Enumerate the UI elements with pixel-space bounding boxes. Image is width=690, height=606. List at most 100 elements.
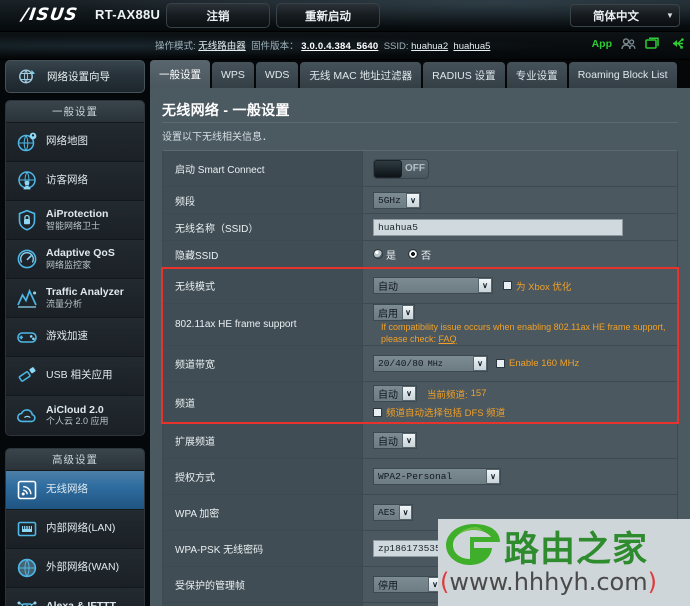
auth-method-selected-value: WPA2-Personal <box>378 471 453 483</box>
router-model-label: RT-AX88U <box>95 7 161 22</box>
sidebar-item-shield-lock[interactable]: AiProtection 智能网络卫士 <box>6 201 144 240</box>
users-icon[interactable] <box>621 37 636 50</box>
ssid-1-link[interactable]: huahua2 <box>411 41 448 52</box>
he-frame-hint-line2: please check: <box>381 334 439 345</box>
wizard-icon <box>14 64 40 90</box>
info-icon-group: App <box>592 37 684 50</box>
wireless-mode-select[interactable]: 自动 ∨ <box>373 277 493 294</box>
sidebar-item-label: Traffic Analyzer <box>46 286 124 299</box>
row-smart-connect: 启动 Smart Connect OFF <box>163 151 677 187</box>
sidebar-item-wifi[interactable]: 无线网络 <box>6 471 144 510</box>
he-frame-select[interactable]: 启用 ∨ <box>373 304 415 321</box>
sidebar-item-text: USB 相关应用 <box>46 369 113 382</box>
settings-panel: 无线网络 - 一般设置 设置以下无线相关信息． 启动 Smart Connect… <box>150 88 690 606</box>
tab-5[interactable]: RADIUS 设置 <box>423 62 505 88</box>
row-wpa-psk: WPA-PSK 无线密码 <box>163 531 677 568</box>
ssid-input[interactable] <box>373 218 623 236</box>
dfs-auto-select-checkbox[interactable] <box>373 407 382 417</box>
wpa-encryption-selected-value: AES <box>378 507 396 519</box>
wireless-mode-value: 自动 ∨ 为 Xbox 优化 <box>363 268 677 303</box>
auth-method-select[interactable]: WPA2-Personal ∨ <box>373 468 501 486</box>
tab-7[interactable]: Roaming Block List <box>568 62 677 88</box>
smart-connect-toggle[interactable]: OFF <box>373 158 429 179</box>
page-subtitle: 设置以下无线相关信息． <box>162 132 272 143</box>
sidebar-item-text: AiProtection 智能网络卫士 <box>46 208 108 231</box>
band-select[interactable]: 5GHz ∨ <box>373 191 421 209</box>
sidebar-item-sublabel: 个人云 2.0 应用 <box>46 416 109 427</box>
auth-method-label: 授权方式 <box>163 459 363 495</box>
wireless-mode-label: 无线模式 <box>163 268 363 303</box>
sidebar-item-text: 游戏加速 <box>46 330 88 343</box>
firmware-label: 固件版本： <box>251 41 299 52</box>
sidebar-item-label: 访客网络 <box>46 174 88 187</box>
tab-label: WPS <box>221 69 245 81</box>
chevron-down-icon: ∨ <box>402 305 414 320</box>
ssid-2-link[interactable]: huahua5 <box>453 41 490 52</box>
sidebar-item-network-map[interactable]: 网络地图 <box>6 123 144 162</box>
asus-logo: /ISUS <box>20 5 80 25</box>
sidebar-item-network-wizard[interactable]: 网络设置向导 <box>5 60 145 93</box>
reboot-button[interactable]: 重新启动 <box>276 3 380 28</box>
sidebar-item-gamepad[interactable]: 游戏加速 <box>6 318 144 357</box>
title-divider <box>162 122 678 123</box>
pmf-label: 受保护的管理帧 <box>163 567 363 603</box>
sidebar-item-lan-port[interactable]: 内部网络(LAN) <box>6 510 144 549</box>
tab-4[interactable]: 无线 MAC 地址过滤器 <box>300 62 422 88</box>
faq-link[interactable]: FAQ <box>439 334 457 344</box>
sidebar-item-alexa[interactable]: Alexa & IFTTT <box>6 588 144 606</box>
chevron-down-icon: ▼ <box>666 11 674 20</box>
mode-value[interactable]: 无线路由器 <box>198 41 246 52</box>
ssid-label: 无线名称（SSID） <box>163 214 363 240</box>
mode-label: 操作模式: <box>155 41 196 52</box>
sidebar-item-analytics[interactable]: Traffic Analyzer 流量分析 <box>6 279 144 318</box>
wpa-encryption-select[interactable]: AES ∨ <box>373 504 413 522</box>
smart-connect-value: OFF <box>363 151 677 186</box>
tab-3[interactable]: WDS <box>255 62 299 88</box>
sidebar-item-gauge[interactable]: Adaptive QoS 网络监控家 <box>6 240 144 279</box>
tab-label: RADIUS 设置 <box>432 69 496 82</box>
sidebar-item-text: 无线网络 <box>46 483 88 496</box>
tab-6[interactable]: 专业设置 <box>506 62 567 88</box>
sidebar-item-usb-app[interactable]: USB 相关应用 <box>6 357 144 396</box>
wpa-psk-input[interactable] <box>373 540 623 558</box>
he-frame-label: 802.11ax HE frame support <box>163 304 363 346</box>
current-channel-label: 当前频道: <box>427 389 468 401</box>
top-header-bar: /ISUS RT-AX88U 注销 重新启动 简体中文 ▼ <box>0 0 690 32</box>
usb-icon[interactable] <box>669 37 684 50</box>
cloud-icon <box>14 403 40 429</box>
usb-app-icon <box>14 363 40 389</box>
hide-ssid-radio-no[interactable] <box>408 249 418 259</box>
sidebar-item-globe[interactable]: 外部网络(WAN) <box>6 549 144 588</box>
enable-160mhz-checkbox[interactable] <box>496 359 505 369</box>
wizard-label: 网络设置向导 <box>47 71 110 83</box>
pmf-select[interactable]: 停用 ∨ <box>373 576 443 594</box>
tab-2[interactable]: WPS <box>212 62 254 88</box>
chevron-down-icon: ∨ <box>428 577 442 593</box>
hide-ssid-radio-yes[interactable] <box>373 249 383 259</box>
enable-160mhz-label: Enable 160 MHz <box>509 358 580 370</box>
ext-channel-select[interactable]: 自动 ∨ <box>373 432 417 450</box>
chevron-down-icon: ∨ <box>473 356 487 372</box>
wireless-mode-selected-value: 自动 <box>378 282 398 293</box>
language-selector[interactable]: 简体中文 ▼ <box>570 4 680 27</box>
xbox-optimize-checkbox[interactable] <box>503 281 512 290</box>
shield-lock-icon <box>14 207 40 233</box>
row-wpa-encryption: WPA 加密 AES ∨ <box>163 495 677 532</box>
band-value: 5GHz ∨ <box>363 187 677 213</box>
screen-icon[interactable] <box>645 37 660 50</box>
info-text: 操作模式: 无线路由器 固件版本： 3.0.0.4.384_5640 SSID:… <box>155 38 490 52</box>
channel-value: 自动 ∨ 当前频道: 157 频道自动选择包括 DFS 频道 <box>363 382 677 423</box>
tab-1[interactable]: 一般设置 <box>150 60 210 88</box>
app-link[interactable]: App <box>592 38 612 50</box>
hide-ssid-no-label: 否 <box>421 250 431 262</box>
bandwidth-select[interactable]: 20/40/80 MHz ∨ <box>373 355 488 373</box>
sidebar-item-guest-network[interactable]: 访客网络 <box>6 162 144 201</box>
firmware-value[interactable]: 3.0.0.4.384_5640 <box>301 41 378 52</box>
page-title: 无线网络 - 一般设置 <box>162 102 290 118</box>
sidebar-item-cloud[interactable]: AiCloud 2.0 个人云 2.0 应用 <box>6 396 144 435</box>
router-admin-window: /ISUS RT-AX88U 注销 重新启动 简体中文 ▼ 操作模式: 无线路由… <box>0 0 690 606</box>
sidebar-item-sublabel: 智能网络卫士 <box>46 220 101 231</box>
channel-select[interactable]: 自动 ∨ <box>373 385 417 403</box>
sidebar-item-text: 内部网络(LAN) <box>46 522 115 535</box>
logout-button[interactable]: 注销 <box>166 3 270 28</box>
